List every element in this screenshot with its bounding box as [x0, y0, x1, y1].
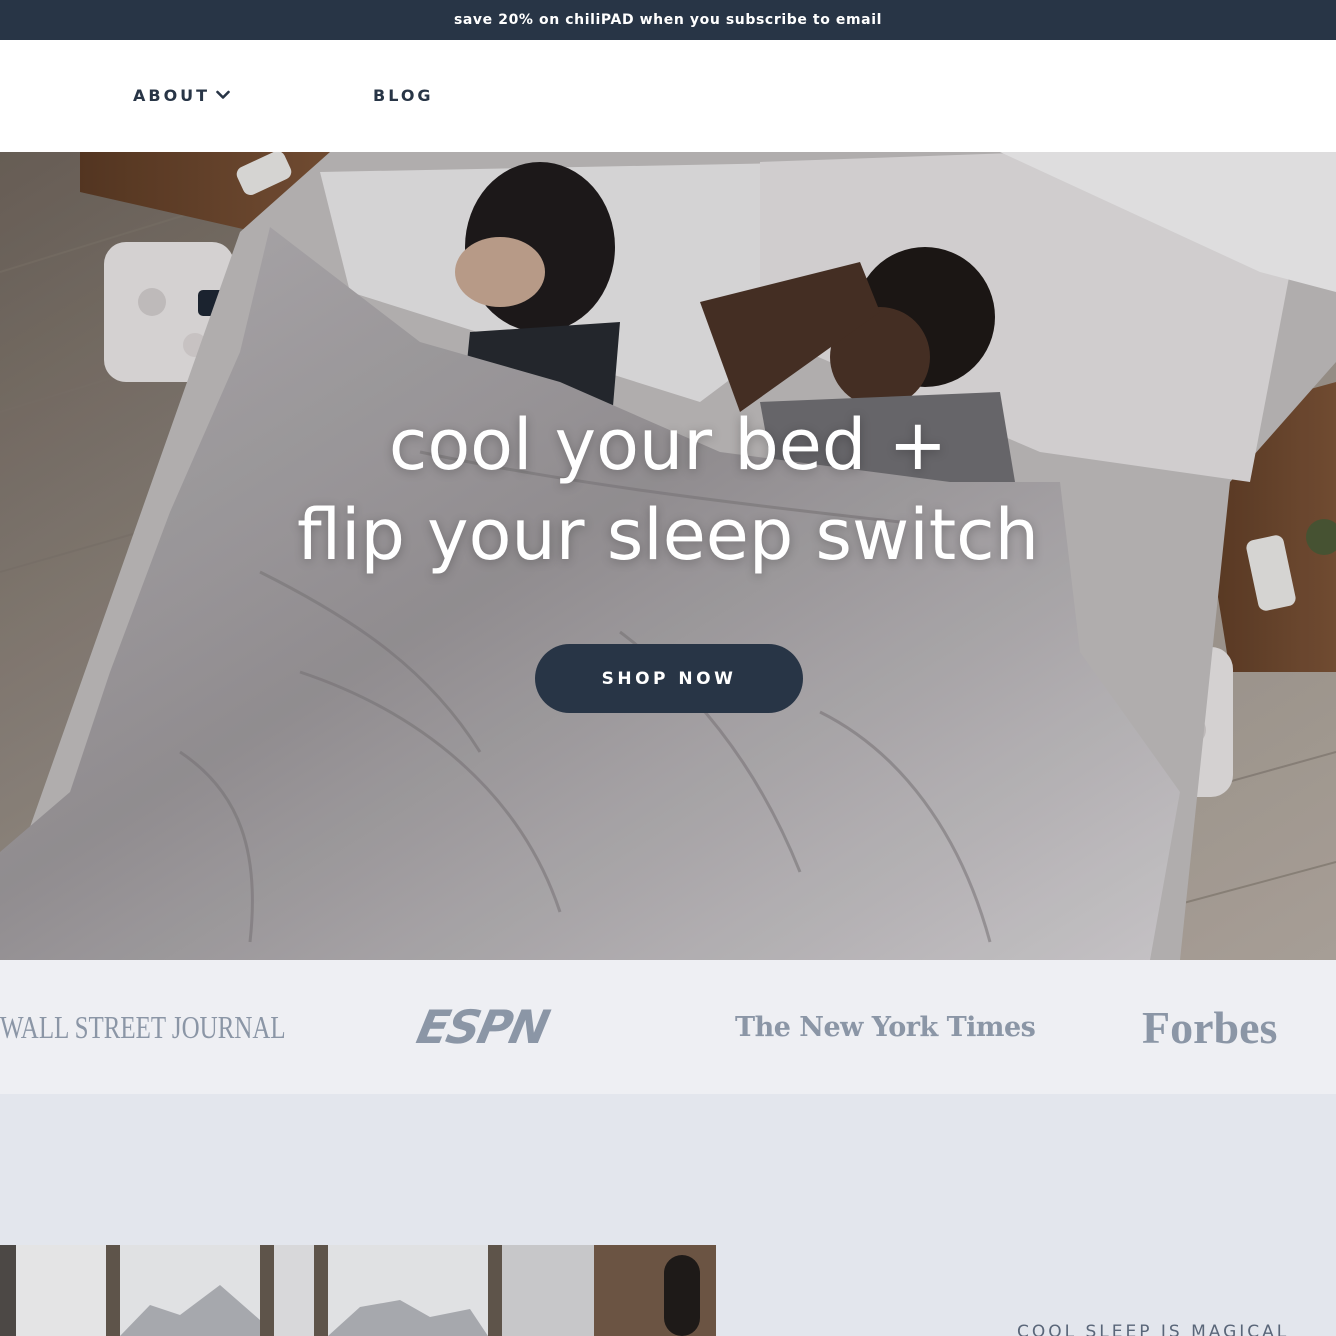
- announcement-bar[interactable]: save 20% on chiliPAD when you subscribe …: [0, 0, 1336, 40]
- hero-headline-line1: cool your bed +: [388, 404, 948, 486]
- feature-section: COOL SLEEP IS MAGICAL: [0, 1094, 1336, 1336]
- hero-headline-line2: flip your sleep switch: [296, 494, 1040, 576]
- announcement-text[interactable]: save 20% on chiliPAD when you subscribe …: [454, 12, 882, 28]
- shop-now-button[interactable]: SHOP NOW: [535, 644, 803, 713]
- hero-headline: cool your bed + flip your sleep switch: [0, 400, 1336, 580]
- feature-heading: COOL SLEEP IS MAGICAL: [1017, 1322, 1290, 1336]
- nav-item-about[interactable]: ABOUT: [133, 84, 230, 106]
- press-logo-nyt: The New York Times: [735, 1011, 1036, 1043]
- press-logos-strip: WALL STREET JOURNAL ESPN The New York Ti…: [0, 960, 1336, 1094]
- bedroom-mountain-photo: [0, 1245, 716, 1336]
- feature-image: [0, 1245, 716, 1336]
- press-logo-wsj: WALL STREET JOURNAL: [0, 1008, 286, 1045]
- press-logo-forbes: Forbes: [1142, 1001, 1278, 1053]
- nav-item-blog-label: BLOG: [373, 85, 434, 105]
- press-logo-espn: ESPN: [412, 1000, 553, 1054]
- nav-item-about-label: ABOUT: [133, 85, 211, 105]
- main-navigation: ABOUT BLOG: [0, 40, 1336, 152]
- nav-item-blog[interactable]: BLOG: [373, 84, 434, 106]
- chevron-down-icon: [216, 90, 230, 99]
- hero-section: cool your bed + flip your sleep switch S…: [0, 152, 1336, 960]
